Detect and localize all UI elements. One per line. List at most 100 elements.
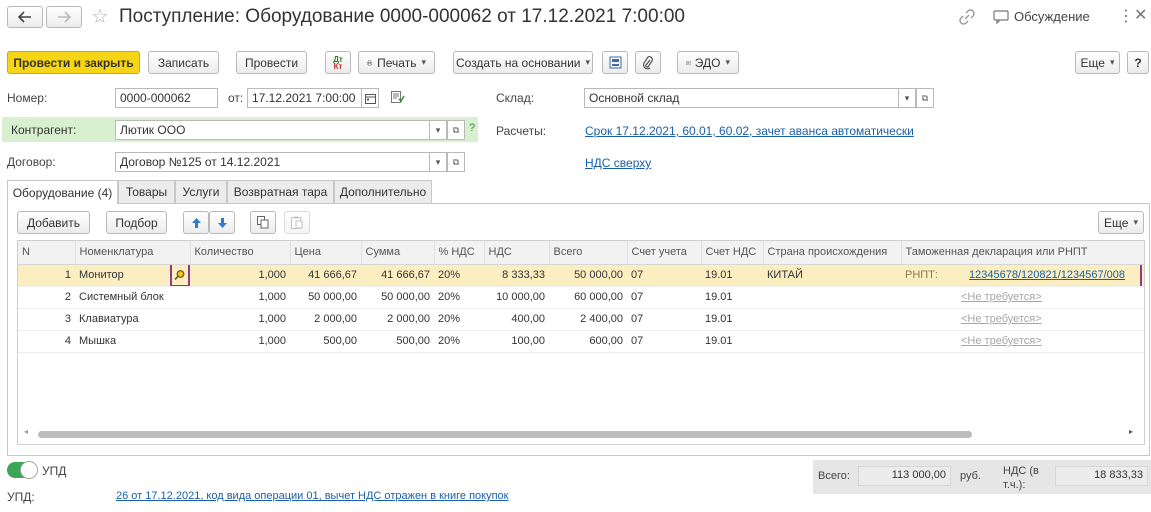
warehouse-open-button[interactable]: ⧉ bbox=[916, 88, 934, 108]
declaration-cell[interactable]: <Не требуется> bbox=[901, 286, 1144, 309]
total-cell[interactable]: 2 400,00 bbox=[549, 308, 627, 331]
account-cell[interactable]: 07 bbox=[627, 286, 701, 309]
counterparty-open-button[interactable]: ⧉ bbox=[447, 120, 465, 140]
total-cell[interactable]: 50 000,00 bbox=[549, 264, 627, 287]
table-row[interactable]: 1 Монитор 1,000 41 666,67 41 666,67 20% … bbox=[18, 264, 1144, 287]
table-row[interactable]: 2 Системный блок 1,000 50 000,00 50 000,… bbox=[18, 286, 1144, 309]
discussion-button[interactable]: Обсуждение bbox=[993, 9, 1090, 24]
vat-mode-link[interactable]: НДС сверху bbox=[585, 156, 651, 170]
counterparty-field[interactable]: Лютик ООО bbox=[115, 120, 430, 140]
column-header[interactable]: Таможенная декларация или РНПТ bbox=[901, 241, 1145, 265]
more-vert-icon[interactable]: ⋮ bbox=[1118, 6, 1134, 26]
counterparty-dropdown[interactable]: ▾ bbox=[429, 120, 447, 140]
country-cell[interactable]: КИТАЙ bbox=[763, 264, 901, 287]
link-icon[interactable] bbox=[958, 8, 976, 29]
price-cell[interactable]: 500,00 bbox=[290, 330, 361, 353]
contract-dropdown[interactable]: ▾ bbox=[429, 152, 447, 172]
column-header[interactable]: Количество bbox=[190, 241, 291, 265]
column-header[interactable]: Сумма bbox=[361, 241, 435, 265]
column-header[interactable]: N bbox=[18, 241, 76, 265]
item-cell[interactable]: Монитор bbox=[75, 264, 190, 287]
vat-rate-cell[interactable]: 20% bbox=[434, 330, 484, 353]
column-header[interactable]: Счет НДС bbox=[701, 241, 764, 265]
traceability-button[interactable] bbox=[170, 264, 190, 285]
dt-kt-button[interactable]: Дт Кт bbox=[325, 51, 351, 74]
account-cell[interactable]: 07 bbox=[627, 264, 701, 287]
column-header[interactable]: Цена bbox=[290, 241, 362, 265]
vat-cell[interactable]: 100,00 bbox=[484, 330, 549, 353]
scroll-left-arrow[interactable]: ◂ bbox=[24, 427, 28, 436]
settlements-link[interactable]: Срок 17.12.2021, 60.01, 60.02, зачет ава… bbox=[585, 124, 914, 138]
date-field[interactable]: 17.12.2021 7:00:00 bbox=[247, 88, 362, 108]
account-cell[interactable]: 07 bbox=[627, 308, 701, 331]
vat-account-cell[interactable]: 19.01 bbox=[701, 308, 763, 331]
pick-button[interactable]: Подбор bbox=[106, 211, 167, 234]
upd-toggle[interactable] bbox=[7, 461, 38, 479]
vat-cell[interactable]: 8 333,33 bbox=[484, 264, 549, 287]
price-cell[interactable]: 50 000,00 bbox=[290, 286, 361, 309]
tab-goods[interactable]: Товары bbox=[118, 180, 175, 203]
post-close-button[interactable]: Провести и закрыть bbox=[7, 51, 140, 74]
close-icon[interactable]: ✕ bbox=[1134, 5, 1147, 25]
qty-cell[interactable]: 1,000 bbox=[190, 330, 290, 353]
more-button[interactable]: Еще bbox=[1075, 51, 1120, 74]
help-button[interactable]: ? bbox=[1127, 51, 1149, 74]
warehouse-dropdown[interactable]: ▾ bbox=[898, 88, 916, 108]
country-cell[interactable] bbox=[763, 286, 901, 309]
upd-link[interactable]: 26 от 17.12.2021, код вида операции 01, … bbox=[116, 490, 508, 502]
sum-cell[interactable]: 2 000,00 bbox=[361, 308, 434, 331]
counterparty-help[interactable]: ? bbox=[469, 122, 475, 134]
tab-additional[interactable]: Дополнительно bbox=[334, 180, 432, 203]
qty-cell[interactable]: 1,000 bbox=[190, 308, 290, 331]
attach-button[interactable] bbox=[635, 51, 661, 74]
tab-services[interactable]: Услуги bbox=[175, 180, 227, 203]
column-header[interactable]: Страна происхождения bbox=[763, 241, 902, 265]
copy-row-button[interactable] bbox=[250, 211, 276, 234]
scroll-right-arrow[interactable]: ▸ bbox=[1129, 427, 1133, 436]
create-based-button[interactable]: Создать на основании bbox=[453, 51, 593, 74]
vat-rate-cell[interactable]: 20% bbox=[434, 286, 484, 309]
qty-cell[interactable]: 1,000 bbox=[190, 264, 290, 287]
contract-open-button[interactable]: ⧉ bbox=[447, 152, 465, 172]
edo-button[interactable]: ЭДО bbox=[677, 51, 739, 74]
structure-button[interactable] bbox=[602, 51, 628, 74]
add-row-button[interactable]: Добавить bbox=[17, 211, 90, 234]
warehouse-field[interactable]: Основной склад bbox=[584, 88, 899, 108]
contract-field[interactable]: Договор №125 от 14.12.2021 bbox=[115, 152, 430, 172]
vat-account-cell[interactable]: 19.01 bbox=[701, 286, 763, 309]
star-icon[interactable]: ☆ bbox=[91, 4, 109, 29]
vat-rate-cell[interactable]: 20% bbox=[434, 264, 484, 287]
declaration-link[interactable]: <Не требуется> bbox=[961, 335, 1042, 347]
price-cell[interactable]: 2 000,00 bbox=[290, 308, 361, 331]
forward-button[interactable] bbox=[46, 6, 82, 28]
total-cell[interactable]: 60 000,00 bbox=[549, 286, 627, 309]
paste-row-button[interactable] bbox=[284, 211, 310, 234]
price-cell[interactable]: 41 666,67 bbox=[290, 264, 361, 287]
save-button[interactable]: Записать bbox=[148, 51, 219, 74]
column-header[interactable]: Номенклатура bbox=[75, 241, 191, 265]
move-down-button[interactable] bbox=[209, 211, 235, 234]
calendar-button[interactable] bbox=[361, 88, 379, 108]
sum-cell[interactable]: 41 666,67 bbox=[361, 264, 434, 287]
back-button[interactable] bbox=[7, 6, 43, 28]
total-cell[interactable]: 600,00 bbox=[549, 330, 627, 353]
number-field[interactable]: 0000-000062 bbox=[115, 88, 218, 108]
item-name[interactable]: Мышка bbox=[75, 330, 190, 353]
vat-rate-cell[interactable]: 20% bbox=[434, 308, 484, 331]
vat-cell[interactable]: 10 000,00 bbox=[484, 286, 549, 309]
declaration-cell[interactable]: РНПТ: 12345678/120821/1234567/008 bbox=[901, 264, 1144, 287]
column-header[interactable]: Всего bbox=[549, 241, 628, 265]
post-button[interactable]: Провести bbox=[236, 51, 307, 74]
table-more-button[interactable]: Еще bbox=[1098, 211, 1144, 234]
column-header[interactable]: % НДС bbox=[434, 241, 485, 265]
vat-account-cell[interactable]: 19.01 bbox=[701, 264, 763, 287]
declaration-link[interactable]: <Не требуется> bbox=[961, 313, 1042, 325]
move-up-button[interactable] bbox=[183, 211, 209, 234]
sum-cell[interactable]: 500,00 bbox=[361, 330, 434, 353]
declaration-cell[interactable]: <Не требуется> bbox=[901, 308, 1144, 331]
vat-cell[interactable]: 400,00 bbox=[484, 308, 549, 331]
item-name[interactable]: Клавиатура bbox=[75, 308, 190, 331]
tab-returnable-containers[interactable]: Возвратная тара bbox=[227, 180, 334, 203]
horizontal-scrollbar[interactable] bbox=[38, 431, 972, 438]
account-cell[interactable]: 07 bbox=[627, 330, 701, 353]
